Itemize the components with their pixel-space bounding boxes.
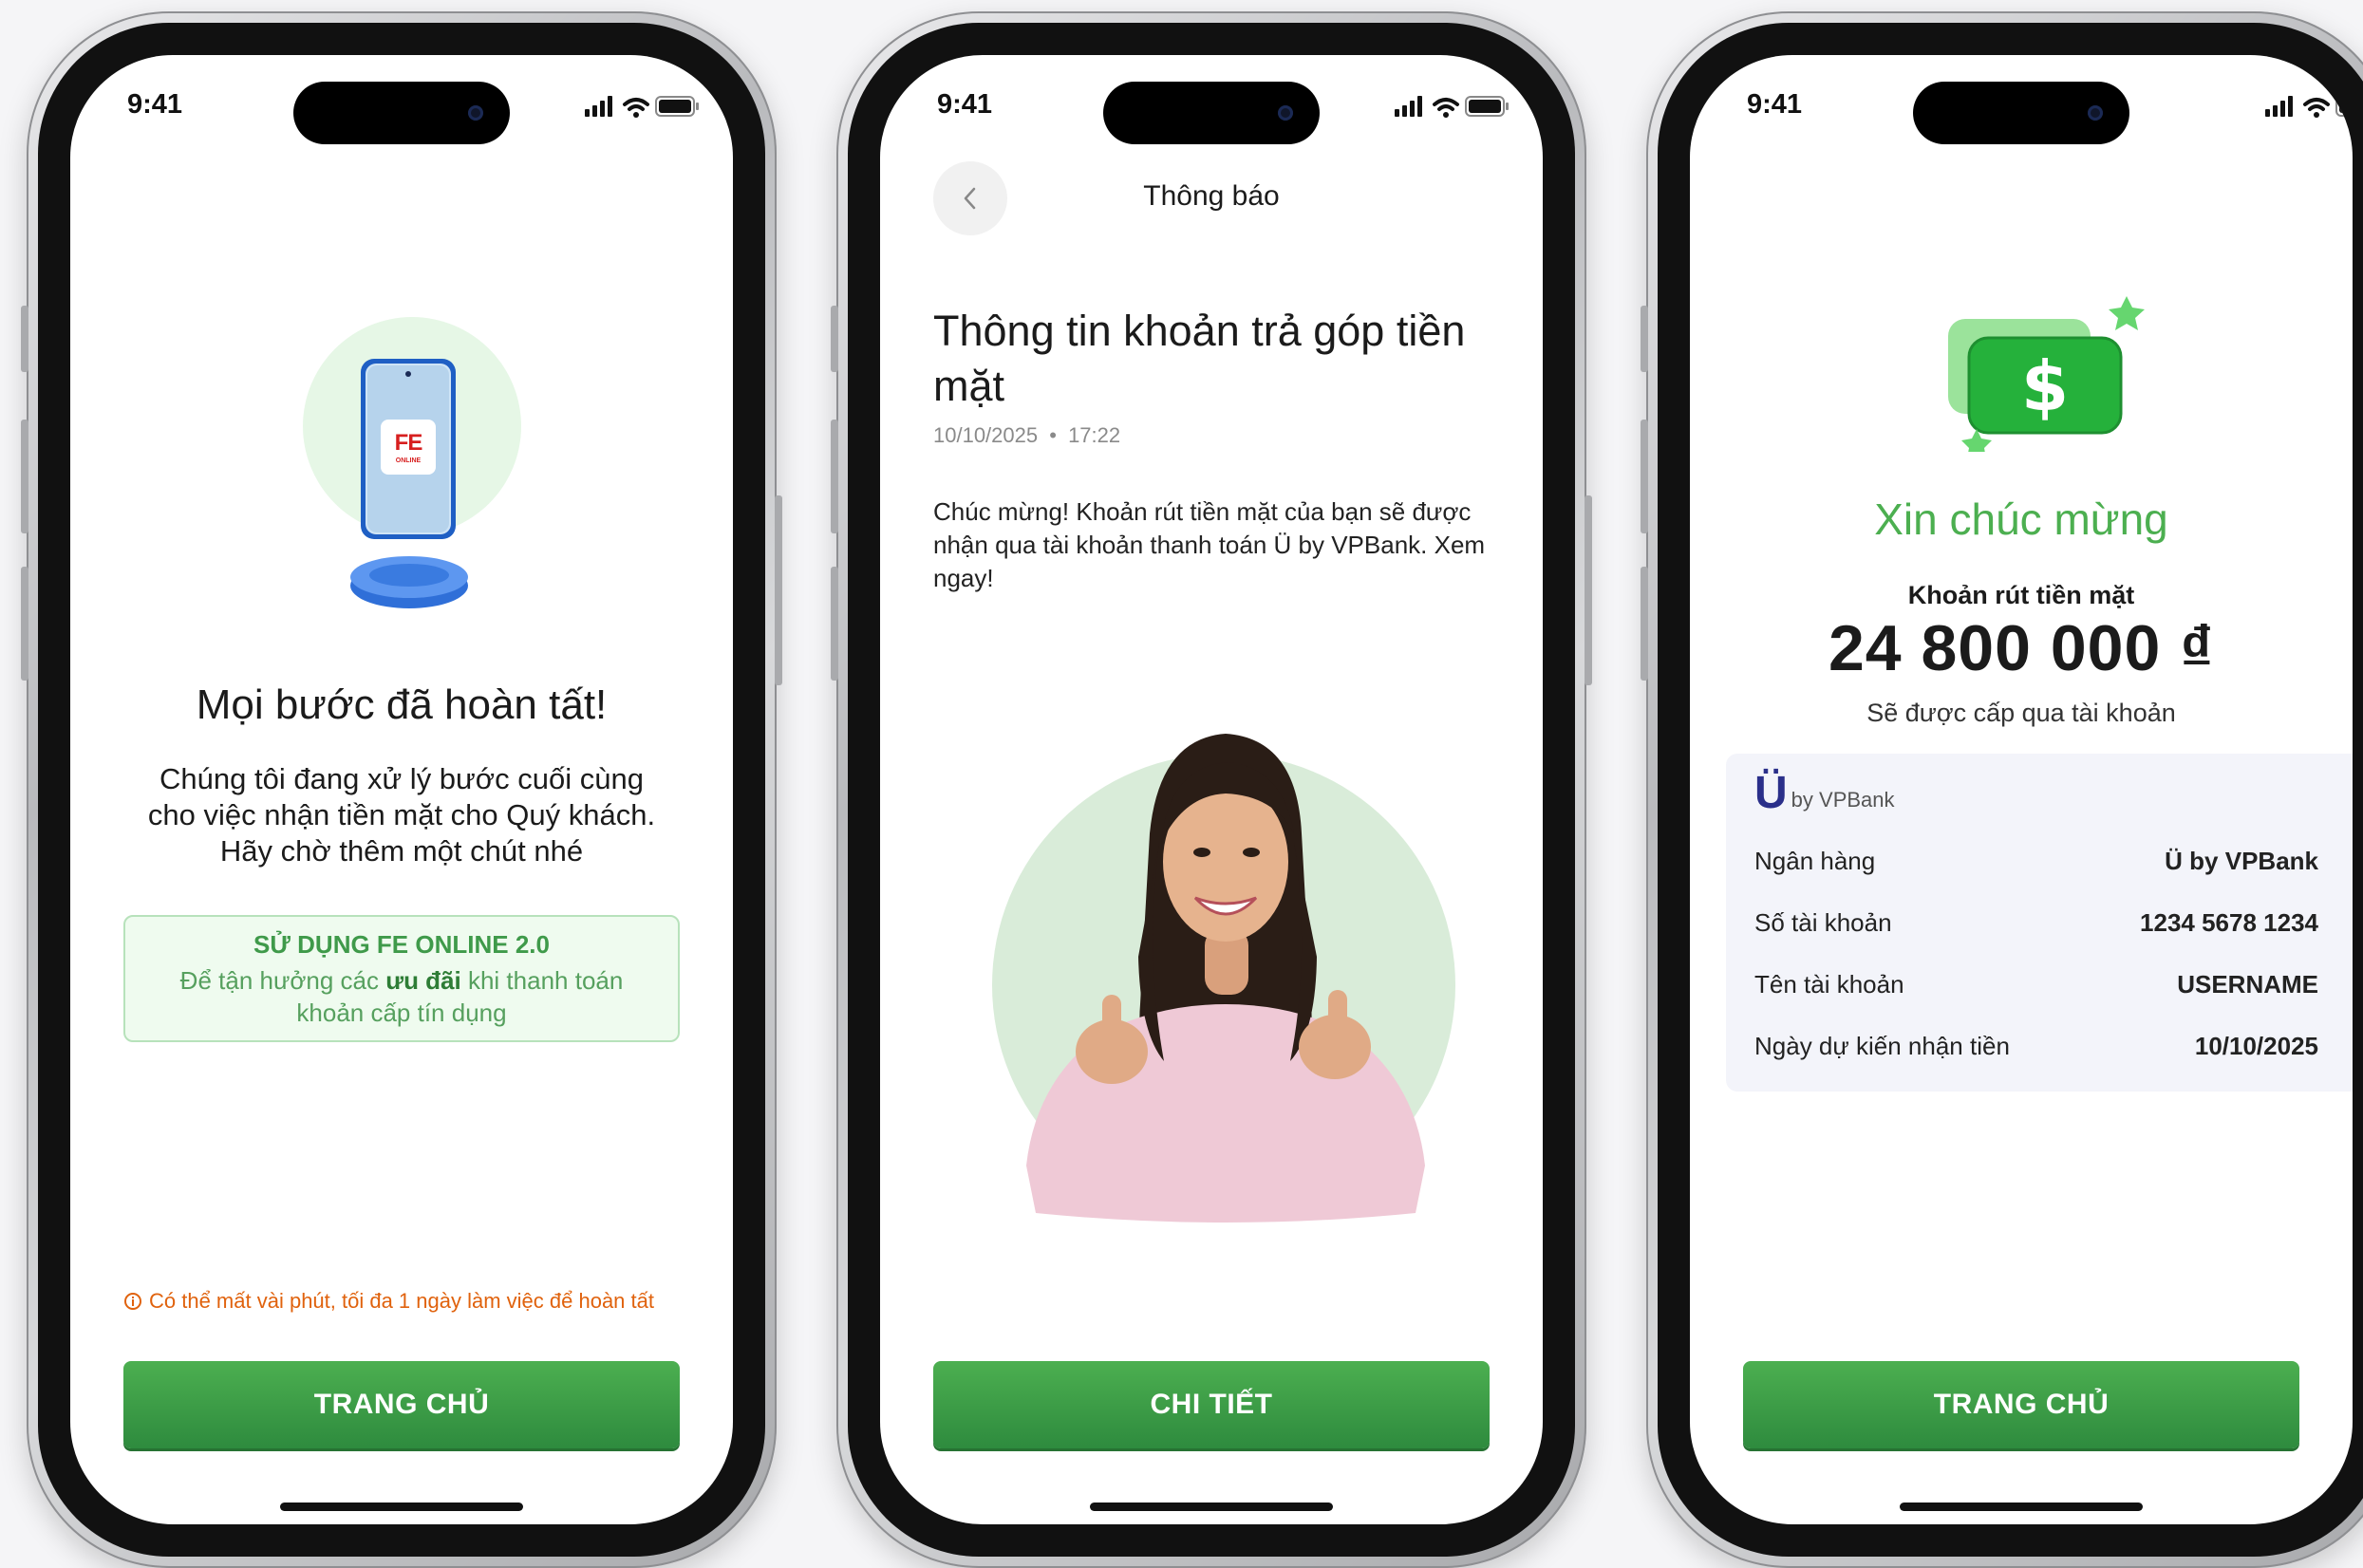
notification-body: Chúc mừng! Khoản rút tiền mặt của bạn sẽ… [933,497,1486,592]
status-icons [585,96,700,118]
home-indicator[interactable] [1900,1503,2143,1511]
fe-logo-subtext: ONLINE [395,457,422,464]
phone-frame-2: 9:41 Thông báo Thông tin khoản trả góp t… [831,11,1592,1568]
home-indicator[interactable] [280,1503,523,1511]
notification-timestamp: 10/10/2025 • 17:22 [933,423,1121,447]
home-button[interactable]: TRANG CHỦ [1743,1361,2299,1448]
description-line: cho việc nhận tiền mặt cho Quý khách. [147,798,656,831]
home-indicator[interactable] [1090,1503,1333,1511]
screen-notification: 9:41 Thông báo Thông tin khoản trả góp t… [880,55,1543,1524]
notification-time: 17:22 [1068,423,1121,447]
status-icons [2265,96,2353,118]
screen-success: 9:41 $ Xin chúc mừng Khoản rút tiền mặt … [1690,55,2353,1524]
dynamic-island [1103,82,1320,144]
notification-title: Thông tin khoản trả góp tiền mặt [933,307,1466,410]
info-value: 10/10/2025 [2194,1032,2318,1060]
dynamic-island [293,82,510,144]
description-line: Chúng tôi đang xử lý bước cuối cùng [159,762,644,795]
warning-message: Có thể mất vài phút, tối đa 1 ngày làm v… [123,1289,680,1314]
info-value: 1234 5678 1234 [2140,908,2318,937]
bank-logo-mark: Ü [1754,768,1788,818]
detail-button[interactable]: CHI TIẾT [933,1361,1490,1448]
status-time: 9:41 [127,89,183,120]
promo-description: Để tận hưởng các ưu đãi khi thanh toán k… [179,966,624,1027]
description-line: Hãy chờ thêm một chút nhé [219,834,584,868]
info-value: Ü by VPBank [2165,847,2318,875]
amount-value: 24 800 000 ₫ [1828,612,2215,684]
warning-text: Có thể mất vài phút, tối đa 1 ngày làm v… [149,1289,654,1313]
volume-up-button [21,420,28,533]
action-button [831,306,838,372]
success-title: Xin chúc mừng [1874,495,2168,544]
volume-down-button [1641,567,1648,681]
power-button [775,495,782,685]
bank-logo-text: by VPBank [1791,788,1895,812]
phone-illustration-icon [303,317,521,608]
notification-date: 10/10/2025 [933,423,1039,447]
info-row-account-number: Số tài khoản 1234 5678 1234 [1754,908,2318,946]
info-row-account-name: Tên tài khoản USERNAME [1754,970,2318,1008]
woman-thumbs-up-image [992,734,1455,1223]
info-row-bank: Ngân hàng Ü by VPBank [1754,847,2318,885]
promo-title: SỬ DỤNG FE ONLINE 2.0 [253,930,550,959]
amount-label: Khoản rút tiền mặt [1907,581,2135,609]
volume-up-button [831,420,838,533]
dynamic-island [1913,82,2129,144]
phone-frame-3: 9:41 $ Xin chúc mừng Khoản rút tiền mặt … [1641,11,2363,1568]
money-icon: $ [1948,296,2145,452]
info-label: Ngân hàng [1754,847,1876,875]
nav-title: Thông báo [1143,180,1280,212]
fe-logo-text: FE [394,430,423,456]
action-button [1641,306,1648,372]
status-time: 9:41 [1747,89,1803,120]
screen-completion: 9:41 FE ONLINE Mọi bước đã hoàn tất! Chú… [70,55,733,1524]
svg-text:$: $ [2021,346,2069,426]
phone-frame-1: 9:41 FE ONLINE Mọi bước đã hoàn tất! Chú… [21,11,782,1568]
bank-logo: Ü by VPBank [1754,771,1895,816]
status-time: 9:41 [937,89,993,120]
bank-info-card: Ü by VPBank Ngân hàng Ü by VPBank Số tài… [1726,754,2353,1092]
info-label: Số tài khoản [1754,908,1892,937]
page-description: Chúng tôi đang xử lý bước cuối cùng cho … [108,761,695,869]
volume-up-button [1641,420,1648,533]
amount-note: Sẽ được cấp qua tài khoản [1866,699,2176,727]
volume-down-button [21,567,28,681]
status-icons [1395,96,1510,118]
volume-down-button [831,567,838,681]
power-button [1585,495,1592,685]
info-value: USERNAME [2177,970,2318,999]
promo-banner[interactable]: SỬ DỤNG FE ONLINE 2.0 Để tận hưởng các ư… [123,915,680,1042]
info-icon [124,1293,141,1310]
action-button [21,306,28,372]
home-button[interactable]: TRANG CHỦ [123,1361,680,1448]
info-label: Tên tài khoản [1754,970,1904,999]
page-title: Mọi bước đã hoàn tất! [196,681,608,728]
info-label: Ngày dự kiến nhận tiền [1754,1032,2010,1060]
info-row-expected-date: Ngày dự kiến nhận tiền 10/10/2025 [1754,1032,2318,1070]
